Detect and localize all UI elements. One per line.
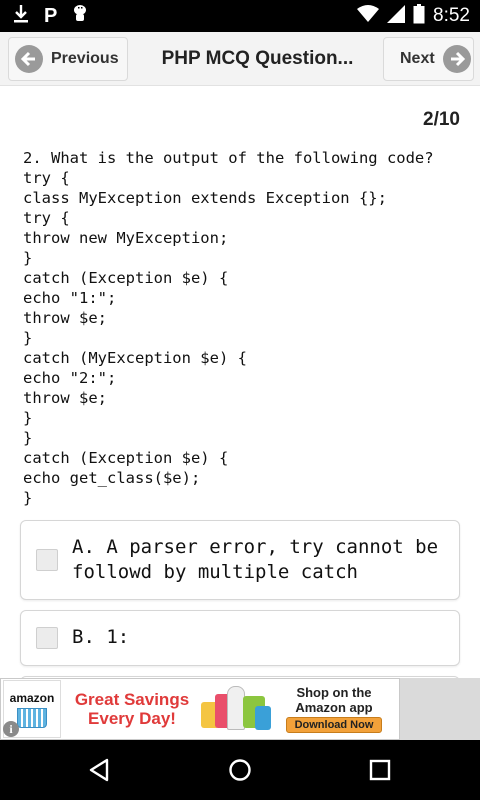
question-line: echo get_class($e); xyxy=(23,469,201,487)
next-button-label: Next xyxy=(400,50,435,67)
option-a-checkbox[interactable] xyxy=(36,549,58,571)
ad-cta-text: Shop on the Amazon app xyxy=(295,685,373,715)
question-counter: 2/10 xyxy=(423,109,460,130)
ad-cta: Shop on the Amazon app Download Now xyxy=(275,685,393,733)
option-b-checkbox[interactable] xyxy=(36,627,58,649)
ad-headline: Great Savings Every Day! xyxy=(74,690,190,728)
previous-button-label: Previous xyxy=(51,50,119,67)
ad-area: amazon Great Savings Every Day! Shop on … xyxy=(0,678,480,740)
option-a[interactable]: A. A parser error, try cannot be followd… xyxy=(20,520,460,600)
question-line: try { xyxy=(23,169,70,187)
arrow-right-icon xyxy=(442,45,471,73)
status-bar: P 8:52 xyxy=(0,0,480,32)
question-line: throw $e; xyxy=(23,389,107,407)
question-line: throw $e; xyxy=(23,309,107,327)
page-title: PHP MCQ Question... xyxy=(161,48,354,69)
previous-button[interactable]: Previous xyxy=(8,37,128,81)
download-now-button[interactable]: Download Now xyxy=(285,717,383,733)
question-line: class MyException extends Exception {}; xyxy=(23,189,387,207)
question-line: try { xyxy=(23,209,70,227)
question-line: throw new MyException; xyxy=(23,229,229,247)
question-line: } xyxy=(23,249,33,267)
back-icon[interactable] xyxy=(79,750,119,790)
shopping-cart-icon xyxy=(17,707,47,728)
question-line: } xyxy=(23,409,33,427)
question-line: 2. What is the output of the following c… xyxy=(23,149,434,167)
arrow-left-icon xyxy=(15,45,43,73)
question-text: 2. What is the output of the following c… xyxy=(23,148,463,508)
option-b[interactable]: B. 1: xyxy=(20,610,460,666)
question-line: } xyxy=(23,489,33,507)
recents-icon[interactable] xyxy=(360,750,400,790)
option-b-label: B. 1: xyxy=(72,626,130,648)
quiz-screen: Previous PHP MCQ Question... Next 2/10 2… xyxy=(0,32,480,680)
battery-icon xyxy=(413,4,425,28)
wifi-icon xyxy=(357,5,380,27)
clock: 8:52 xyxy=(433,5,470,26)
question-line: } xyxy=(23,329,33,347)
next-button[interactable]: Next xyxy=(383,37,474,81)
question-line: } xyxy=(23,429,33,447)
question-line: catch (Exception $e) { xyxy=(23,269,229,287)
signal-icon xyxy=(387,5,406,27)
question-line: catch (MyException $e) { xyxy=(23,349,247,367)
option-a-label: A. A parser error, try cannot be followd… xyxy=(72,536,439,583)
ad-banner[interactable]: amazon Great Savings Every Day! Shop on … xyxy=(0,678,400,740)
download-icon xyxy=(12,4,30,28)
question-line: catch (Exception $e) { xyxy=(23,449,229,467)
android-debug-icon xyxy=(71,4,89,28)
notification-p-icon: P xyxy=(44,4,58,27)
shopping-bags-image xyxy=(197,680,275,738)
ad-info-icon[interactable]: i xyxy=(3,721,19,737)
question-line: echo "2:"; xyxy=(23,369,117,387)
question-line: echo "1:"; xyxy=(23,289,117,307)
system-nav-bar xyxy=(0,740,480,800)
toolbar: Previous PHP MCQ Question... Next xyxy=(0,32,480,86)
home-icon[interactable] xyxy=(220,750,260,790)
